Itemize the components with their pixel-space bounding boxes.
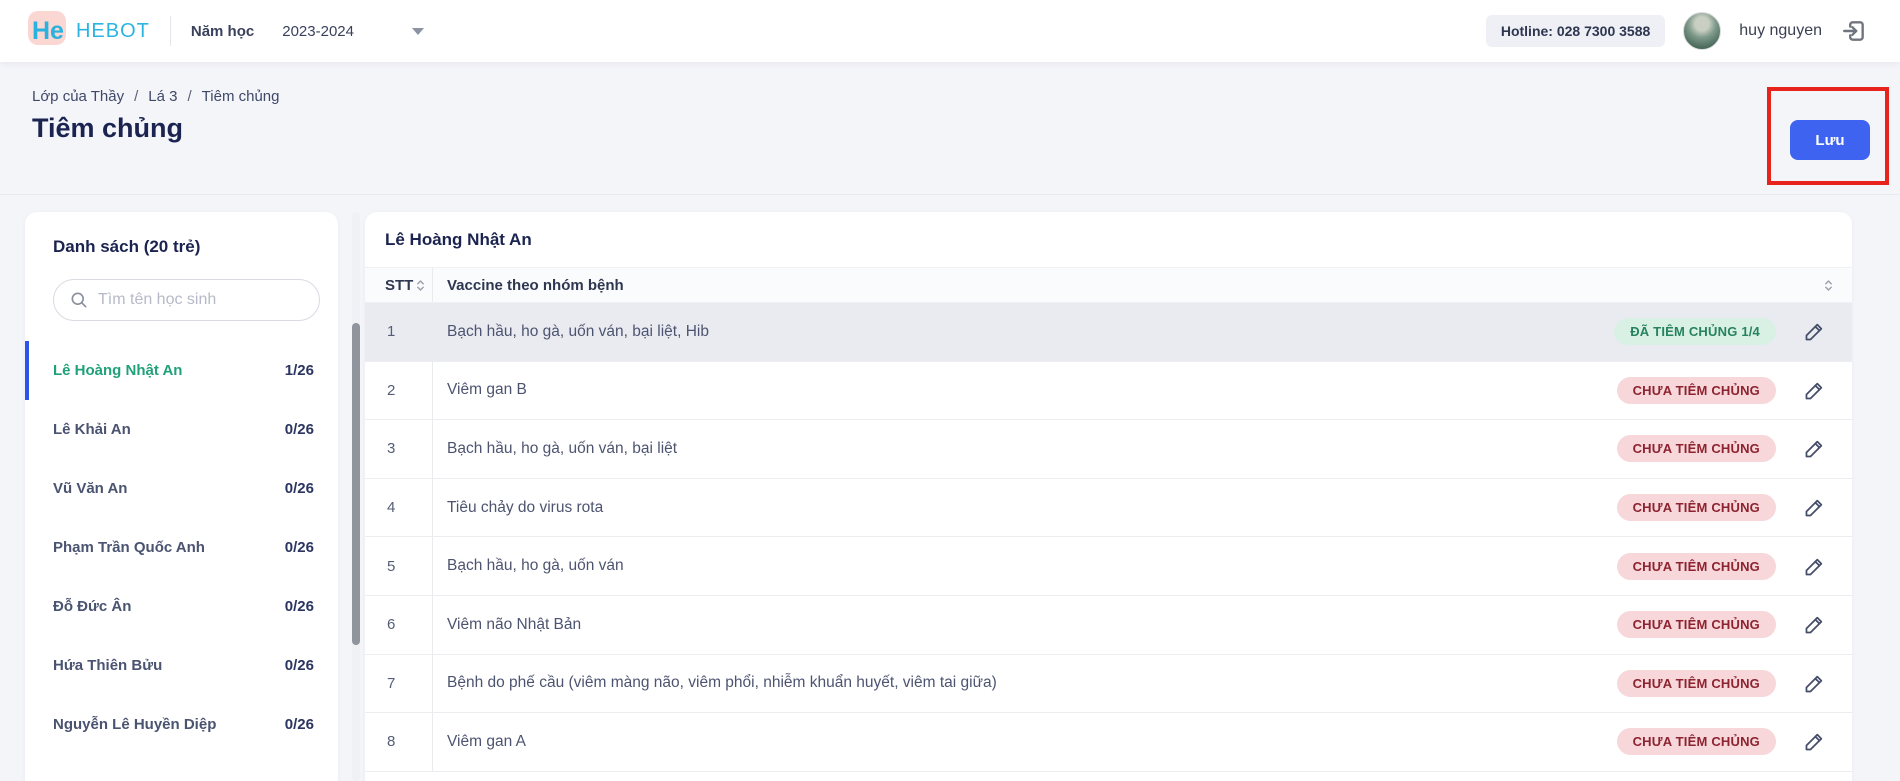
logo-he-mark: He	[32, 17, 64, 46]
logout-icon[interactable]	[1840, 17, 1868, 45]
student-vaccine-count: 0/26	[285, 539, 314, 556]
breadcrumb-separator: /	[134, 88, 138, 105]
row-stt: 7	[365, 655, 433, 713]
vaccine-name: Viêm não Nhật Bản	[433, 616, 1617, 634]
table-row: 7Bệnh do phế cầu (viêm màng não, viêm ph…	[365, 655, 1852, 714]
student-list-heading: Danh sách (20 trẻ)	[53, 237, 338, 257]
search-input[interactable]	[53, 279, 320, 321]
breadcrumb-item-classes[interactable]: Lớp của Thầy	[32, 88, 124, 105]
vaccine-table-body: 1Bạch hầu, ho gà, uốn ván, bại liệt, Hib…	[365, 303, 1852, 772]
student-vaccine-count: 0/26	[285, 716, 314, 733]
vaccine-name: Bạch hầu, ho gà, uốn ván, bại liệt, Hib	[433, 323, 1614, 341]
student-vaccine-count: 0/26	[285, 598, 314, 615]
column-header-vaccine: Vaccine theo nhóm bệnh	[433, 277, 1804, 294]
status-badge: CHƯA TIÊM CHỦNG	[1617, 435, 1776, 462]
edit-pencil-icon[interactable]	[1776, 731, 1852, 752]
status-badge: CHƯA TIÊM CHỦNG	[1617, 670, 1776, 697]
vaccine-name: Tiêu chảy do virus rota	[433, 499, 1617, 517]
student-name: Đỗ Đức Ân	[53, 598, 131, 615]
table-row: 5Bạch hầu, ho gà, uốn vánCHƯA TIÊM CHỦNG	[365, 537, 1852, 596]
breadcrumb-item-class[interactable]: Lá 3	[148, 88, 177, 105]
row-stt: 2	[365, 362, 433, 420]
breadcrumb: Lớp của Thầy / Lá 3 / Tiêm chủng	[32, 88, 1900, 105]
student-name: Lê Khải An	[53, 421, 131, 438]
student-list-item[interactable]: Nguyễn Lê Huyền Diệp 0/26	[25, 695, 338, 754]
sort-icon[interactable]	[1804, 279, 1852, 292]
row-stt: 8	[365, 713, 433, 771]
student-name: Nguyễn Lê Huyền Diệp	[53, 716, 216, 733]
edit-pencil-icon[interactable]	[1776, 380, 1852, 401]
student-name: Hứa Thiên Bửu	[53, 657, 162, 674]
chevron-down-icon[interactable]	[412, 28, 424, 35]
row-stt: 4	[365, 479, 433, 537]
column-header-stt[interactable]: STT	[365, 268, 433, 302]
status-badge: CHƯA TIÊM CHỦNG	[1617, 728, 1776, 755]
edit-pencil-icon[interactable]	[1776, 673, 1852, 694]
student-list-item[interactable]: Lê Khải An 0/26	[25, 400, 338, 459]
app-logo[interactable]: He HEBOT	[32, 17, 150, 46]
student-list-item[interactable]: Hứa Thiên Bửu 0/26	[25, 636, 338, 695]
status-badge: CHƯA TIÊM CHỦNG	[1617, 611, 1776, 638]
vaccination-panel: Lê Hoàng Nhật An STT Vaccine theo nhóm b…	[365, 212, 1852, 781]
hotline-badge: Hotline: 028 7300 3588	[1486, 15, 1665, 47]
breadcrumb-item-current: Tiêm chủng	[202, 88, 280, 105]
table-row: 1Bạch hầu, ho gà, uốn ván, bại liệt, Hib…	[365, 303, 1852, 362]
student-sidebar: Danh sách (20 trẻ) Lê Hoàng Nhật An1/26L…	[25, 212, 338, 781]
school-year-label: Năm học	[191, 23, 254, 40]
student-list-item[interactable]: Lê Hoàng Nhật An 1/26	[25, 341, 338, 400]
stt-header-label: STT	[385, 277, 413, 294]
row-stt: 5	[365, 537, 433, 595]
table-row: 2Viêm gan BCHƯA TIÊM CHỦNG	[365, 362, 1852, 421]
table-header: STT Vaccine theo nhóm bệnh	[365, 267, 1852, 303]
sort-icon	[416, 279, 425, 292]
vaccine-name: Bạch hầu, ho gà, uốn ván	[433, 557, 1617, 575]
student-vaccine-count: 0/26	[285, 657, 314, 674]
student-name: Phạm Trần Quốc Anh	[53, 539, 205, 556]
topbar-divider	[170, 16, 171, 46]
student-list-item[interactable]: Đỗ Đức Ân 0/26	[25, 577, 338, 636]
student-list: Lê Hoàng Nhật An1/26Lê Khải An0/26Vũ Văn…	[25, 341, 338, 754]
status-badge: CHƯA TIÊM CHỦNG	[1617, 553, 1776, 580]
status-badge: ĐÃ TIÊM CHỦNG 1/4	[1614, 318, 1776, 345]
student-vaccine-count: 0/26	[285, 480, 314, 497]
row-stt: 3	[365, 420, 433, 478]
search-icon	[69, 290, 89, 315]
edit-pencil-icon[interactable]	[1776, 556, 1852, 577]
edit-pencil-icon[interactable]	[1776, 614, 1852, 635]
status-badge: CHƯA TIÊM CHỦNG	[1617, 494, 1776, 521]
logo-wordmark: HEBOT	[76, 20, 150, 43]
row-stt: 6	[365, 596, 433, 654]
vaccine-name: Bạch hầu, ho gà, uốn ván, bại liệt	[433, 440, 1617, 458]
user-avatar[interactable]	[1683, 12, 1721, 50]
page-title: Tiêm chủng	[32, 113, 1900, 144]
student-name: Lê Hoàng Nhật An	[53, 362, 182, 379]
top-bar: He HEBOT Năm học 2023-2024 Hotline: 028 …	[0, 0, 1900, 62]
vaccine-name: Viêm gan B	[433, 381, 1617, 399]
student-vaccine-count: 1/26	[285, 362, 314, 379]
sidebar-scrollbar-track[interactable]	[352, 212, 360, 781]
table-row: 3Bạch hầu, ho gà, uốn ván, bại liệtCHƯA …	[365, 420, 1852, 479]
vaccine-name: Viêm gan A	[433, 733, 1617, 751]
user-name[interactable]: huy nguyen	[1739, 22, 1822, 40]
vaccine-name: Bệnh do phế cầu (viêm màng não, viêm phổ…	[433, 674, 1617, 692]
edit-pencil-icon[interactable]	[1776, 497, 1852, 518]
breadcrumb-separator: /	[188, 88, 192, 105]
edit-pencil-icon[interactable]	[1776, 321, 1852, 342]
table-row: 4Tiêu chảy do virus rotaCHƯA TIÊM CHỦNG	[365, 479, 1852, 538]
selected-student-title: Lê Hoàng Nhật An	[385, 230, 1852, 250]
student-name: Vũ Văn An	[53, 480, 127, 497]
table-row: 8Viêm gan ACHƯA TIÊM CHỦNG	[365, 713, 1852, 772]
table-row: 6Viêm não Nhật BảnCHƯA TIÊM CHỦNG	[365, 596, 1852, 655]
page-header: Lớp của Thầy / Lá 3 / Tiêm chủng Tiêm ch…	[0, 62, 1900, 195]
status-badge: CHƯA TIÊM CHỦNG	[1617, 377, 1776, 404]
school-year-select[interactable]: 2023-2024	[282, 23, 354, 40]
sidebar-scrollbar-thumb[interactable]	[352, 323, 360, 645]
save-button[interactable]: Lưu	[1790, 120, 1870, 160]
student-list-item[interactable]: Phạm Trần Quốc Anh 0/26	[25, 518, 338, 577]
student-vaccine-count: 0/26	[285, 421, 314, 438]
edit-pencil-icon[interactable]	[1776, 438, 1852, 459]
row-stt: 1	[365, 303, 433, 361]
student-list-item[interactable]: Vũ Văn An 0/26	[25, 459, 338, 518]
